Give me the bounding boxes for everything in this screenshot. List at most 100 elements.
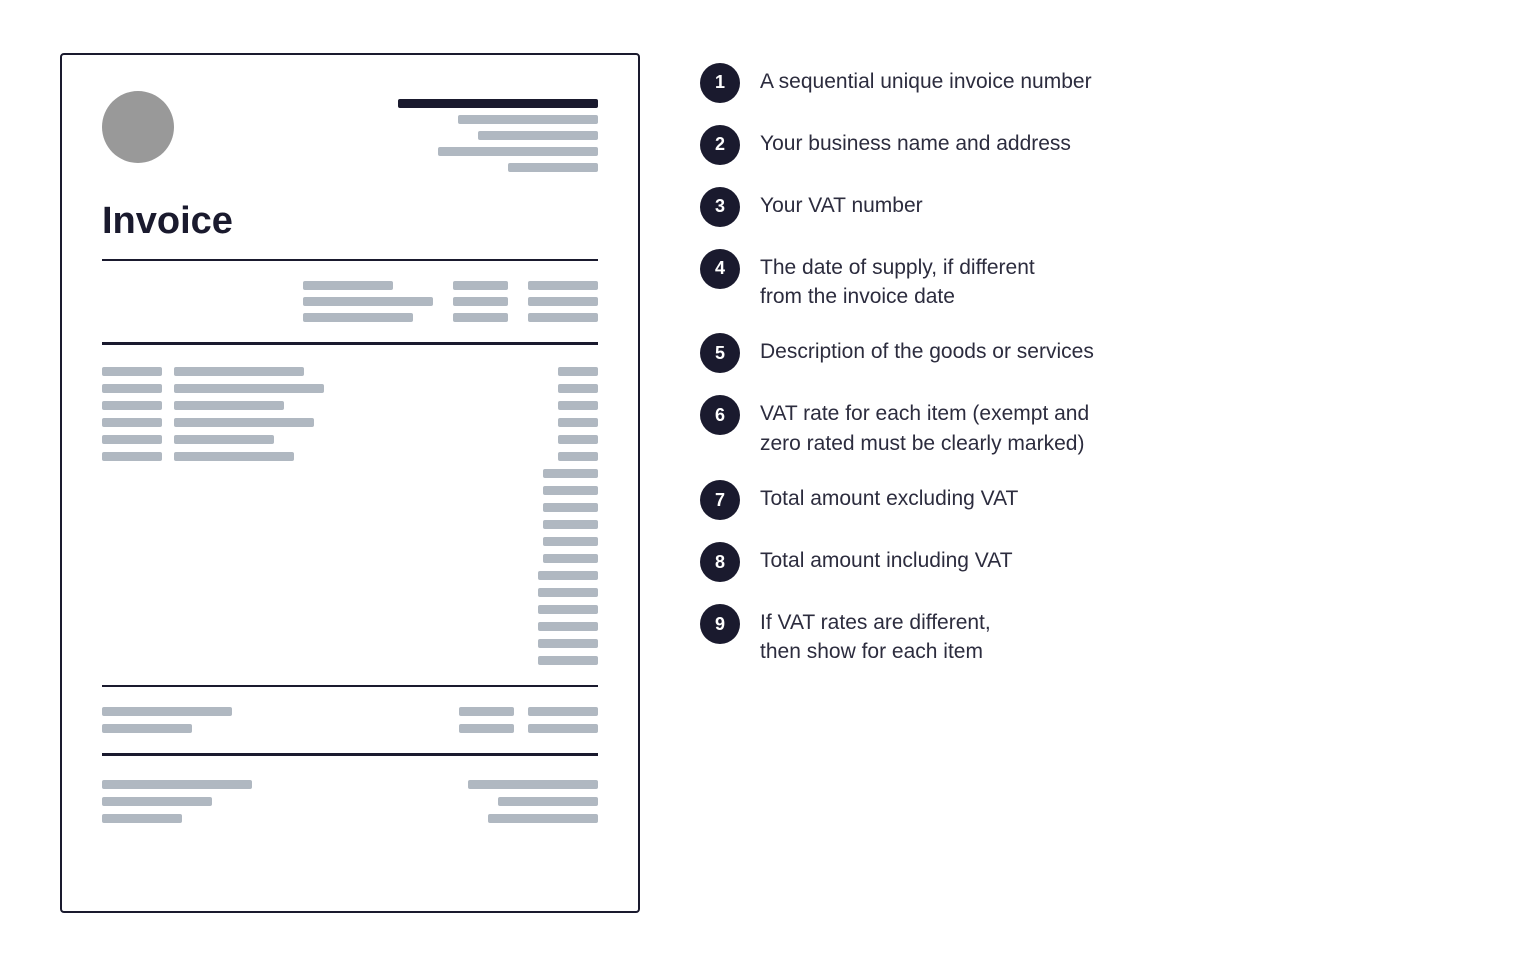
info-bar-r13 [453,313,508,322]
invoice-header [102,91,598,172]
item-bar-r2b [543,486,598,495]
main-container: Invoice [0,13,1530,953]
item-bar-r3b [543,503,598,512]
list-text-3: Your VAT number [760,185,923,220]
info-bar-r11 [453,281,508,290]
item-bar-l2b [174,384,324,393]
list-item-2: 2 Your business name and address [700,123,1470,165]
item-bar-r1c [538,571,598,580]
list-text-7: Total amount excluding VAT [760,478,1018,513]
total-bar-l1 [102,780,252,789]
item-row-5 [102,435,506,444]
item-bar-r6a [558,452,598,461]
item-row-6 [102,452,506,461]
sub-bar-r2a [459,724,514,733]
info-bar-r12 [453,297,508,306]
item-row-1 [102,367,506,376]
header-bar-4 [438,147,598,156]
invoice-logo [102,91,174,163]
divider-3 [102,685,598,688]
invoice-subtotal [102,693,598,747]
list-text-8: Total amount including VAT [760,540,1013,575]
divider-1 [102,259,598,262]
badge-4: 4 [700,249,740,289]
items-right [526,367,598,665]
items-left [102,367,506,665]
list-item-9: 9 If VAT rates are different, then show … [700,602,1470,667]
info-bar-l2 [303,297,433,306]
item-bar-r3c [538,605,598,614]
badge-9: 9 [700,604,740,644]
info-bar-r22 [528,297,598,306]
item-bar-l5b [174,435,274,444]
header-bar-2 [458,115,598,124]
badge-3: 3 [700,187,740,227]
item-bar-l1a [102,367,162,376]
divider-4 [102,753,598,756]
item-bar-r2a [558,384,598,393]
invoice-info [102,267,598,336]
item-bar-l1b [174,367,304,376]
item-bar-r5b [543,537,598,546]
item-bar-r4b [543,520,598,529]
list-text-9: If VAT rates are different, then show fo… [760,602,991,667]
total-bar-r1 [468,780,598,789]
info-bar-r23 [528,313,598,322]
list-item-8: 8 Total amount including VAT [700,540,1470,582]
badge-5: 5 [700,333,740,373]
item-bar-r1b [543,469,598,478]
invoice-title: Invoice [102,200,598,243]
badge-6: 6 [700,395,740,435]
item-bar-r3a [558,401,598,410]
header-bar-1 [398,99,598,108]
item-bar-l6a [102,452,162,461]
list-item-7: 7 Total amount excluding VAT [700,478,1470,520]
list-item-3: 3 Your VAT number [700,185,1470,227]
sub-bar-l2 [102,724,192,733]
badge-1: 1 [700,63,740,103]
sub-bar-r2b [528,724,598,733]
total-bar-r3 [488,814,598,823]
total-bar-r2 [498,797,598,806]
info-col-r1 [453,281,508,322]
item-bar-l5a [102,435,162,444]
list-item-1: 1 A sequential unique invoice number [700,61,1470,103]
item-bar-l4b [174,418,314,427]
list-text-6: VAT rate for each item (exempt and zero … [760,393,1089,458]
list-item-4: 4 The date of supply, if different from … [700,247,1470,312]
list-item-6: 6 VAT rate for each item (exempt and zer… [700,393,1470,458]
header-bar-5 [508,163,598,172]
item-bar-r4c [538,622,598,631]
list-text-1: A sequential unique invoice number [760,61,1092,96]
sub-bar-r1b [528,707,598,716]
item-bar-l2a [102,384,162,393]
item-bar-r2c [538,588,598,597]
item-row-4 [102,418,506,427]
item-bar-r1a [558,367,598,376]
badge-7: 7 [700,480,740,520]
total-left [102,780,252,823]
info-bar-l3 [303,313,413,322]
info-bar-r21 [528,281,598,290]
item-bar-r5c [538,639,598,648]
info-col-left [303,281,433,322]
invoice-mockup: Invoice [60,53,640,913]
total-right [468,780,598,823]
item-bar-l4a [102,418,162,427]
total-bar-l3 [102,814,182,823]
header-bar-3 [478,131,598,140]
badge-2: 2 [700,125,740,165]
sub-bar-r1a [459,707,514,716]
invoice-items [102,351,598,679]
list-text-4: The date of supply, if different from th… [760,247,1035,312]
info-bar-l1 [303,281,393,290]
subtotal-left [102,707,232,733]
item-bar-r6c [538,656,598,665]
item-bar-l6b [174,452,294,461]
item-bar-r5a [558,435,598,444]
item-bar-r4a [558,418,598,427]
info-col-r2 [528,281,598,322]
numbered-list: 1 A sequential unique invoice number 2 Y… [700,53,1470,667]
invoice-header-right [398,99,598,172]
item-bar-r6b [543,554,598,563]
